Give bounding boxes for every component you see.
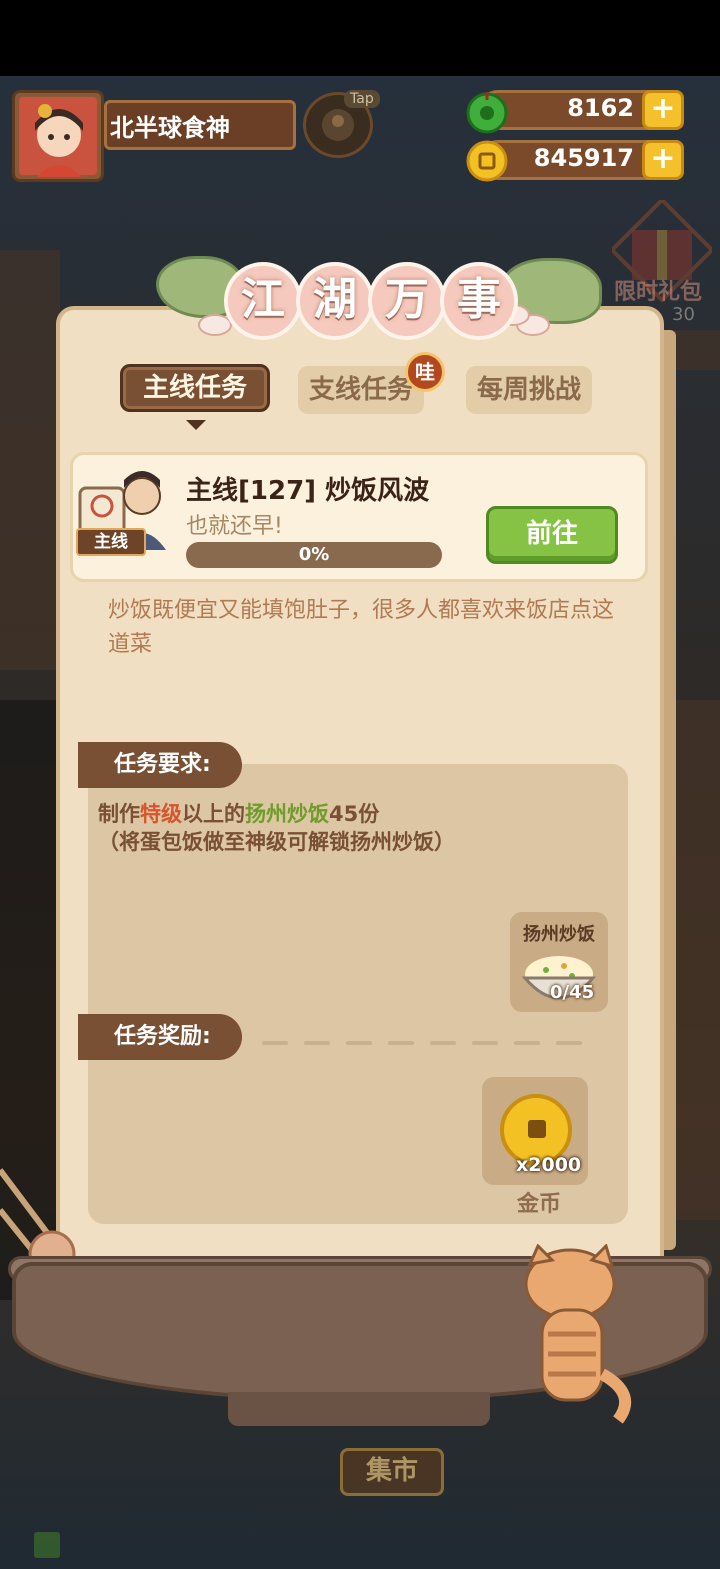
quest-description: 炒饭既便宜又能填饱肚子，很多人都喜欢来饭店点这道菜 — [108, 598, 615, 657]
status-bar — [0, 0, 720, 76]
quest-title: 主线[127] 炒饭风波 — [186, 476, 430, 506]
req-mid: 以上的 — [182, 802, 245, 826]
gift-label: 限时礼包 — [614, 280, 703, 305]
title-char-2: 湖 — [296, 262, 374, 340]
requirements-label: 任务要求: — [78, 742, 242, 788]
go-button[interactable]: 前往 — [486, 506, 618, 564]
req-grade: 特级 — [140, 802, 182, 826]
jade-amount: 8162 — [567, 94, 634, 122]
reward-name: 金币 — [516, 1192, 561, 1217]
req-suffix: 45份 — [329, 802, 380, 826]
divider-dash — [346, 1041, 372, 1045]
tab-main-quest[interactable]: 主线任务 — [120, 364, 270, 412]
add-coins-button[interactable]: + — [642, 140, 684, 180]
title-char-4: 事 — [440, 262, 518, 340]
coin-amount: 845917 — [533, 144, 634, 172]
tap-label: Tap — [344, 90, 380, 108]
req-dish: 扬州炒饭 — [245, 802, 329, 826]
quest-subtitle: 也就还早! — [186, 514, 283, 539]
required-item-name: 扬州炒饭 — [523, 924, 595, 945]
requirement-text: 制作特级以上的扬州炒饭45份 （将蛋包饭做至神级可解锁扬州炒饭） — [98, 800, 618, 856]
title-char-3: 万 — [368, 262, 446, 340]
background-shelf-left — [0, 250, 60, 670]
title-char-1: 江 — [224, 262, 302, 340]
divider-dash — [304, 1041, 330, 1045]
requirement-line-1: 制作特级以上的扬州炒饭45份 — [98, 800, 618, 828]
divider-dash — [514, 1041, 540, 1045]
gift-timer: 30 — [672, 304, 695, 325]
active-tab-pointer — [186, 420, 206, 430]
player-name: 北半球食神 — [110, 114, 230, 142]
side-quest-badge: 哇 — [405, 352, 445, 392]
tab-weekly-challenge[interactable]: 每周挑战 — [466, 366, 592, 414]
divider-dash — [262, 1041, 288, 1045]
cat-mascot-icon — [524, 1244, 632, 1424]
reward-quantity: x2000 — [516, 1154, 582, 1176]
player-avatar[interactable] — [12, 90, 104, 182]
add-jade-button[interactable]: + — [642, 90, 684, 130]
corner-indicator — [34, 1532, 60, 1558]
coin-hole — [528, 1120, 546, 1138]
divider-dash — [430, 1041, 456, 1045]
requirement-line-2: （将蛋包饭做至神级可解锁扬州炒饭） — [98, 830, 455, 854]
hand-tap-icon — [322, 109, 354, 141]
quest-progress-text: 0% — [298, 544, 330, 565]
chef-avatar-icon — [35, 104, 83, 177]
bowl-foot — [228, 1392, 490, 1426]
divider-dash — [556, 1041, 582, 1045]
divider-dash — [472, 1041, 498, 1045]
divider-dash — [388, 1041, 414, 1045]
required-item-count: 0/45 — [550, 982, 595, 1003]
req-prefix: 制作 — [98, 802, 140, 826]
rewards-label: 任务奖励: — [78, 1014, 242, 1060]
market-button[interactable]: 集市 — [340, 1448, 444, 1496]
main-quest-tag: 主线 — [76, 528, 146, 556]
